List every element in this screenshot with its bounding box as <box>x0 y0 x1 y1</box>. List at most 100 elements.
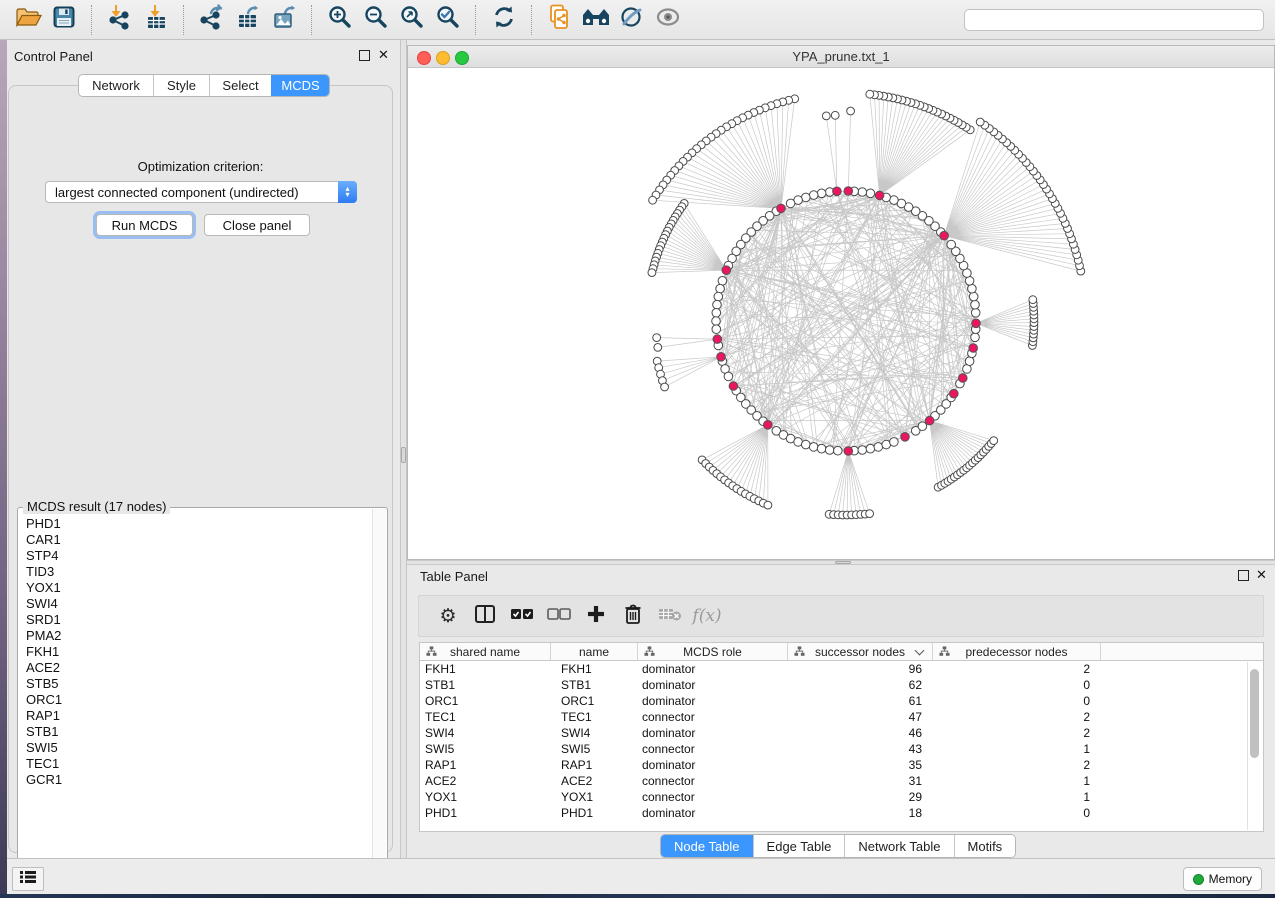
graph-node[interactable] <box>712 317 721 326</box>
show-panels-button[interactable] <box>650 4 686 36</box>
column-header-predecessor-nodes[interactable]: predecessor nodes <box>933 643 1101 661</box>
graph-node[interactable] <box>890 438 899 447</box>
mcds-node[interactable] <box>777 204 786 213</box>
run-mcds-button[interactable]: Run MCDS <box>96 214 193 236</box>
graph-node[interactable] <box>712 325 721 334</box>
mcds-node[interactable] <box>833 187 842 196</box>
table-cell[interactable]: 2 <box>933 661 1101 677</box>
table-cell[interactable]: 62 <box>788 677 933 693</box>
table-cell[interactable]: SWI4 <box>551 725 638 741</box>
table-cell[interactable]: 2 <box>933 757 1101 773</box>
select-all-button[interactable] <box>505 601 539 631</box>
clone-network-button[interactable] <box>542 4 578 36</box>
table-row[interactable]: STB1STB1dominator620 <box>420 677 1263 693</box>
table-cell[interactable]: TEC1 <box>551 709 638 725</box>
graph-node[interactable] <box>817 189 826 198</box>
table-row[interactable]: PHD1PHD1dominator180 <box>420 805 1263 821</box>
table-cell[interactable]: 0 <box>933 805 1101 821</box>
mcds-result-item[interactable]: GCR1 <box>19 772 371 788</box>
table-cell[interactable]: PHD1 <box>551 805 638 821</box>
tab-style[interactable]: Style <box>153 75 209 96</box>
graph-node[interactable] <box>965 357 974 366</box>
graph-node[interactable] <box>834 446 843 455</box>
export-network-button[interactable] <box>194 4 230 36</box>
mcds-result-item[interactable]: STB1 <box>19 724 371 740</box>
column-header-MCDS-role[interactable]: MCDS role <box>638 643 788 661</box>
graph-node[interactable] <box>858 188 867 197</box>
table-cell[interactable]: RAP1 <box>551 757 638 773</box>
graph-node[interactable] <box>661 383 669 391</box>
splitter-handle[interactable] <box>835 561 851 564</box>
table-row[interactable]: RAP1RAP1dominator352 <box>420 757 1263 773</box>
search-input[interactable] <box>964 9 1264 31</box>
import-network-button[interactable] <box>102 4 138 36</box>
tab-mcds[interactable]: MCDS <box>271 75 329 96</box>
mcds-result-item[interactable]: STP4 <box>19 548 371 564</box>
table-cell[interactable]: dominator <box>638 725 788 741</box>
graph-node[interactable] <box>654 344 662 352</box>
table-scrollbar[interactable] <box>1247 662 1262 830</box>
table-cell[interactable]: 0 <box>933 693 1101 709</box>
graph-node[interactable] <box>866 510 874 518</box>
mcds-node[interactable] <box>717 353 726 362</box>
table-cell[interactable]: 31 <box>788 773 933 789</box>
table-cell[interactable]: 46 <box>788 725 933 741</box>
graph-node[interactable] <box>858 446 867 455</box>
tab-network[interactable]: Network <box>79 75 153 96</box>
network-window-titlebar[interactable]: YPA_prune.txt_1 <box>408 46 1274 68</box>
table-cell[interactable]: YOX1 <box>420 789 551 805</box>
graph-node[interactable] <box>947 240 956 249</box>
mcds-result-item[interactable]: STB5 <box>19 676 371 692</box>
scrollbar-thumb[interactable] <box>1250 669 1259 758</box>
mcds-node[interactable] <box>764 421 773 430</box>
vertical-splitter[interactable] <box>400 40 407 858</box>
table-cell[interactable]: 1 <box>933 789 1101 805</box>
table-cell[interactable]: 2 <box>933 709 1101 725</box>
graph-node[interactable] <box>976 118 984 126</box>
table-cell[interactable]: ORC1 <box>420 693 551 709</box>
sort-chevron-icon[interactable] <box>915 646 925 656</box>
delete-column-button[interactable] <box>616 601 650 631</box>
table-row[interactable]: ORC1ORC1dominator610 <box>420 693 1263 709</box>
table-cell[interactable]: STB1 <box>551 677 638 693</box>
mcds-node[interactable] <box>969 344 978 353</box>
mcds-node[interactable] <box>729 382 738 391</box>
mcds-node[interactable] <box>844 187 853 196</box>
save-session-button[interactable] <box>46 4 82 36</box>
mcds-result-item[interactable]: FKH1 <box>19 644 371 660</box>
column-header-successor-nodes[interactable]: successor nodes <box>788 643 933 661</box>
table-cell[interactable]: 47 <box>788 709 933 725</box>
zoom-in-button[interactable] <box>322 4 358 36</box>
mcds-result-item[interactable]: RAP1 <box>19 708 371 724</box>
mcds-node[interactable] <box>940 231 949 240</box>
table-cell[interactable]: dominator <box>638 693 788 709</box>
mcds-list-scrollbar[interactable] <box>372 509 386 879</box>
graph-node[interactable] <box>866 444 875 453</box>
table-cell[interactable]: dominator <box>638 661 788 677</box>
graph-node[interactable] <box>822 112 830 120</box>
delete-table-button[interactable] <box>653 601 687 631</box>
mcds-node[interactable] <box>925 416 934 425</box>
table-cell[interactable]: SWI5 <box>420 741 551 757</box>
graph-node[interactable] <box>764 501 772 509</box>
graph-node[interactable] <box>786 199 795 208</box>
table-cell[interactable]: connector <box>638 773 788 789</box>
mcds-node[interactable] <box>901 433 910 442</box>
graph-node[interactable] <box>918 422 927 431</box>
hide-panels-button[interactable] <box>614 4 650 36</box>
graph-node[interactable] <box>968 284 977 293</box>
graph-node[interactable] <box>724 372 733 381</box>
zoom-fit-button[interactable] <box>394 4 430 36</box>
graph-node[interactable] <box>847 107 855 115</box>
network-graph[interactable] <box>408 68 1274 559</box>
mcds-node[interactable] <box>713 335 722 344</box>
table-cell[interactable]: SWI4 <box>420 725 551 741</box>
mcds-result-list[interactable]: PHD1CAR1STP4TID3YOX1SWI4SRD1PMA2FKH1ACE2… <box>19 516 371 879</box>
graph-node[interactable] <box>648 269 656 277</box>
table-cell[interactable]: RAP1 <box>420 757 551 773</box>
mcds-result-item[interactable]: TID3 <box>19 564 371 580</box>
table-row[interactable]: TEC1TEC1connector472 <box>420 709 1263 725</box>
import-table-button[interactable] <box>138 4 174 36</box>
table-cell[interactable]: connector <box>638 709 788 725</box>
table-row[interactable]: YOX1YOX1connector291 <box>420 789 1263 805</box>
